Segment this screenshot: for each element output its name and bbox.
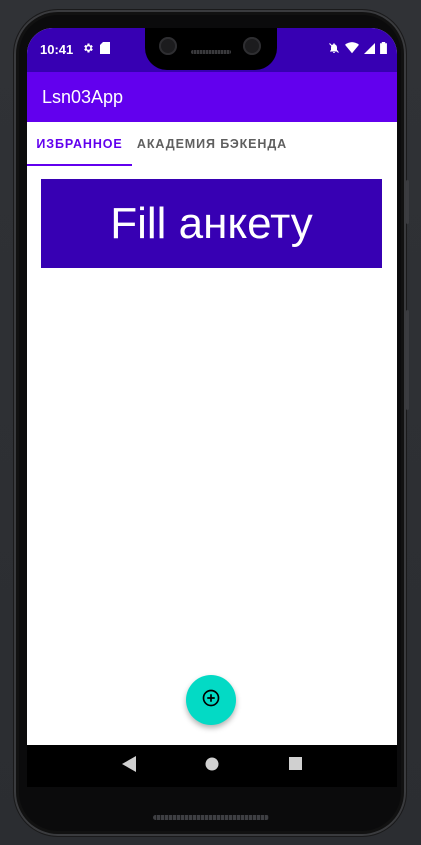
sd-card-icon	[100, 41, 110, 59]
recents-button[interactable]	[285, 756, 305, 776]
wifi-icon	[345, 41, 359, 59]
add-fab[interactable]	[186, 675, 236, 725]
battery-icon	[380, 41, 387, 59]
system-nav-bar	[27, 745, 397, 787]
tab-favorites[interactable]: ИЗБРАННОЕ	[27, 122, 132, 166]
front-camera-left	[159, 37, 177, 55]
notifications-off-icon	[328, 41, 340, 59]
back-button[interactable]	[119, 755, 139, 777]
status-time: 10:41	[40, 42, 74, 57]
front-camera-right	[243, 37, 261, 55]
home-button[interactable]	[202, 756, 222, 776]
app-bar: Lsn03App	[27, 72, 397, 122]
device-screen: 10:41 Lsn03App ИЗБРАННОЕ АКАДЕМИЯ БЭКЕНД…	[27, 28, 397, 786]
recents-icon	[288, 757, 302, 775]
tab-favorites-label: ИЗБРАННОЕ	[36, 137, 123, 151]
status-right-icons	[328, 41, 387, 59]
add-circle-icon	[201, 688, 221, 713]
camera-notch	[145, 28, 277, 70]
volume-button	[406, 310, 409, 410]
home-icon	[205, 757, 219, 776]
signal-icon	[364, 41, 375, 59]
tab-backend-academy-label: АКАДЕМИЯ БЭКЕНДА	[136, 137, 288, 151]
app-title: Lsn03App	[42, 87, 124, 107]
fill-questionnaire-label: Fill анкету	[110, 198, 313, 248]
power-button	[406, 180, 409, 224]
earpiece-speaker	[191, 50, 231, 54]
status-bar: 10:41	[27, 28, 397, 72]
back-icon	[121, 755, 136, 777]
tab-backend-academy[interactable]: АКАДЕМИЯ БЭКЕНДА	[132, 122, 292, 166]
status-left-icons	[82, 41, 110, 59]
bottom-speaker	[153, 815, 269, 820]
tab-bar: ИЗБРАННОЕ АКАДЕМИЯ БЭКЕНДА	[27, 122, 397, 166]
fill-questionnaire-button[interactable]: Fill анкету	[41, 179, 382, 268]
tab-indicator	[27, 164, 132, 166]
gear-icon	[82, 41, 94, 59]
emulator-stage: 10:41 Lsn03App ИЗБРАННОЕ АКАДЕМИЯ БЭКЕНД…	[0, 0, 421, 845]
